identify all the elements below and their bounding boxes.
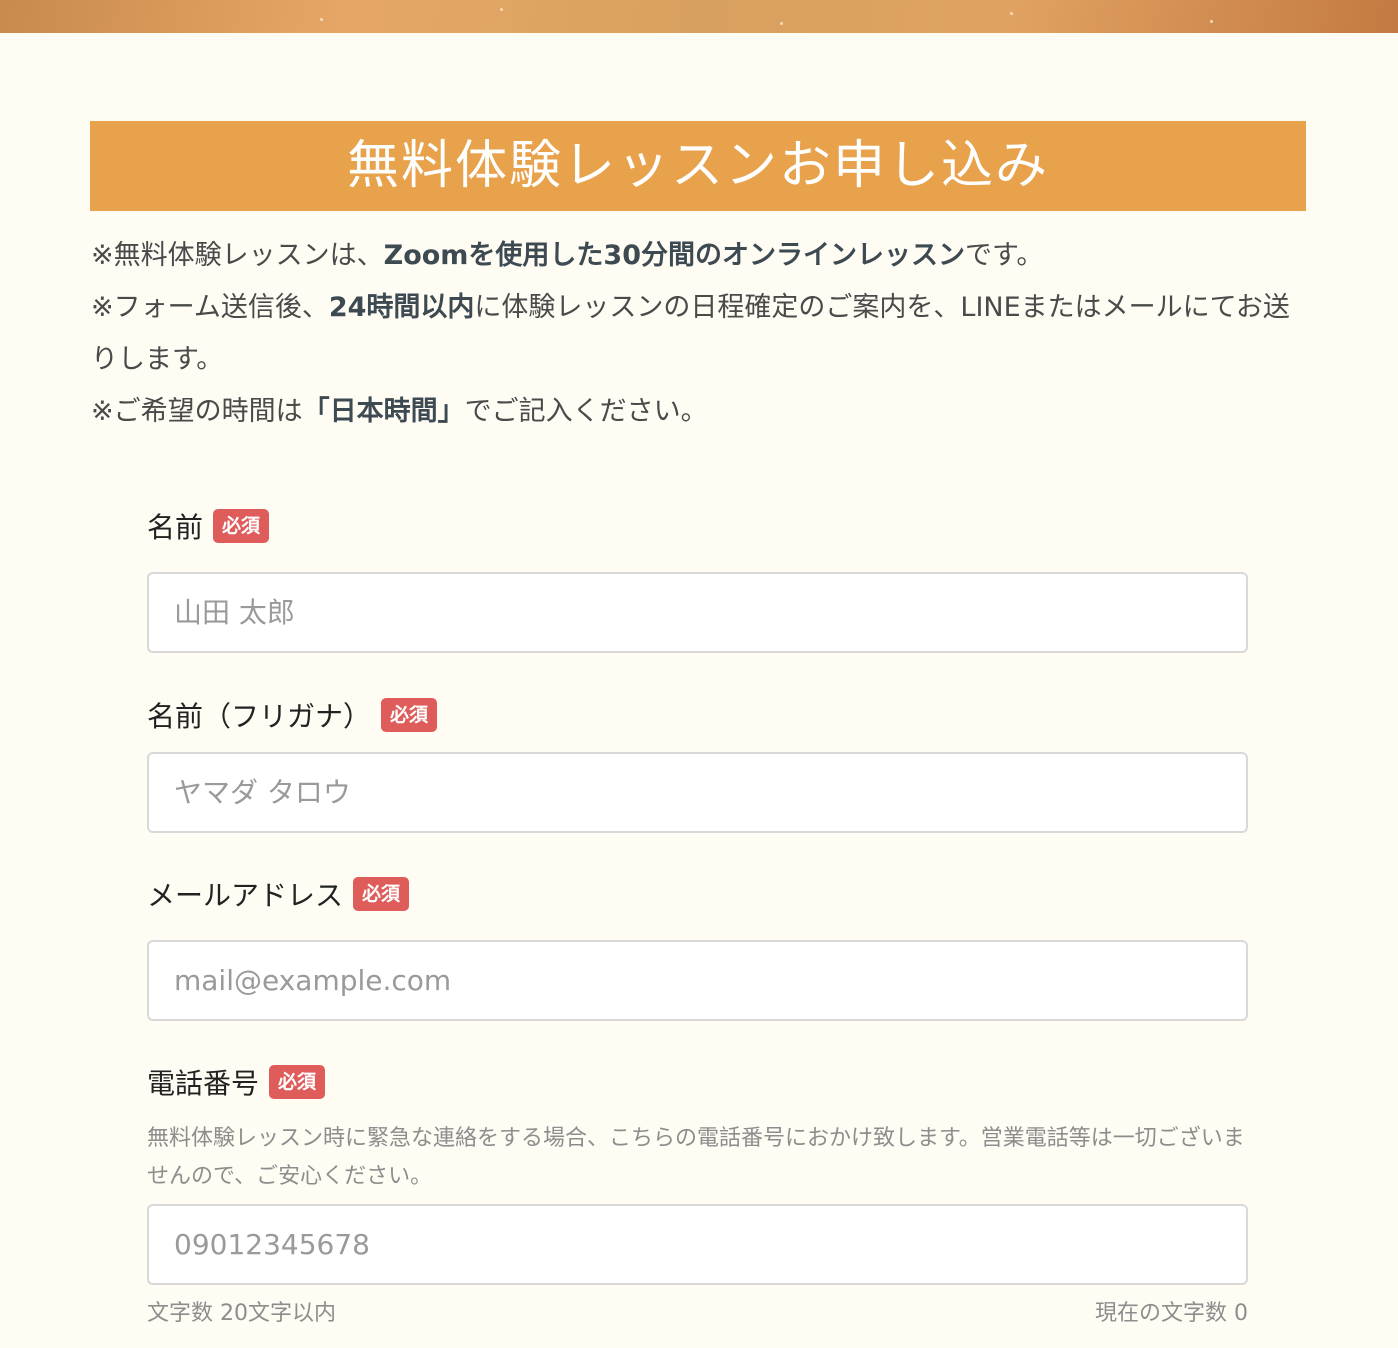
required-badge: 必須 [269,1065,326,1099]
sparkle-decoration [320,18,323,21]
note-emphasis: Zoomを使用した30分間のオンラインレッスン [383,240,966,271]
header-image-band [0,0,1398,33]
sparkle-decoration [1010,12,1013,15]
form-notes: ※無料体験レッスンは、Zoomを使用した30分間のオンラインレッスンです。 ※フ… [91,230,1306,438]
phone-label: 電話番号 必須 [147,1062,326,1102]
phone-label-text: 電話番号 [147,1067,260,1100]
note-text: でご記入ください。 [464,396,708,427]
sparkle-decoration [500,8,503,11]
phone-help-text: 無料体験レッスン時に緊急な連絡をする場合、こちらの電話番号におかけ致します。営業… [147,1126,1245,1189]
form-title-banner: 無料体験レッスンお申し込み [90,121,1306,211]
kana-label-text: 名前（フリガナ） [147,700,372,733]
note-reply-time: ※フォーム送信後、24時間以内に体験レッスンの日程確定のご案内を、LINEまたは… [91,282,1306,386]
email-label: メールアドレス 必須 [147,874,410,914]
required-badge: 必須 [213,509,270,543]
name-input[interactable] [147,572,1248,653]
note-emphasis: 「日本時間」 [302,396,465,427]
required-badge: 必須 [381,698,438,732]
email-input[interactable] [147,940,1248,1021]
char-limit-text: 文字数 20文字以内 [147,1301,336,1326]
note-emphasis: 24時間以内 [328,292,475,323]
email-label-text: メールアドレス [147,879,344,912]
name-label: 名前 必須 [147,506,270,546]
sparkle-decoration [780,22,783,25]
required-badge: 必須 [353,877,410,911]
char-count-text: 現在の文字数 0 [1095,1301,1248,1326]
name-label-text: 名前 [147,511,204,544]
phone-input[interactable] [147,1204,1248,1285]
note-text: ※フォーム送信後、 [91,292,329,323]
note-text: ※ご希望の時間は [91,396,303,427]
kana-input[interactable] [147,752,1248,833]
sparkle-decoration [1210,20,1213,23]
note-timezone: ※ご希望の時間は「日本時間」でご記入ください。 [91,386,1306,438]
note-text: ※無料体験レッスンは、 [91,240,384,271]
note-zoom: ※無料体験レッスンは、Zoomを使用した30分間のオンラインレッスンです。 [91,230,1306,282]
kana-label: 名前（フリガナ） 必須 [147,695,438,735]
note-text: です。 [965,240,1044,271]
